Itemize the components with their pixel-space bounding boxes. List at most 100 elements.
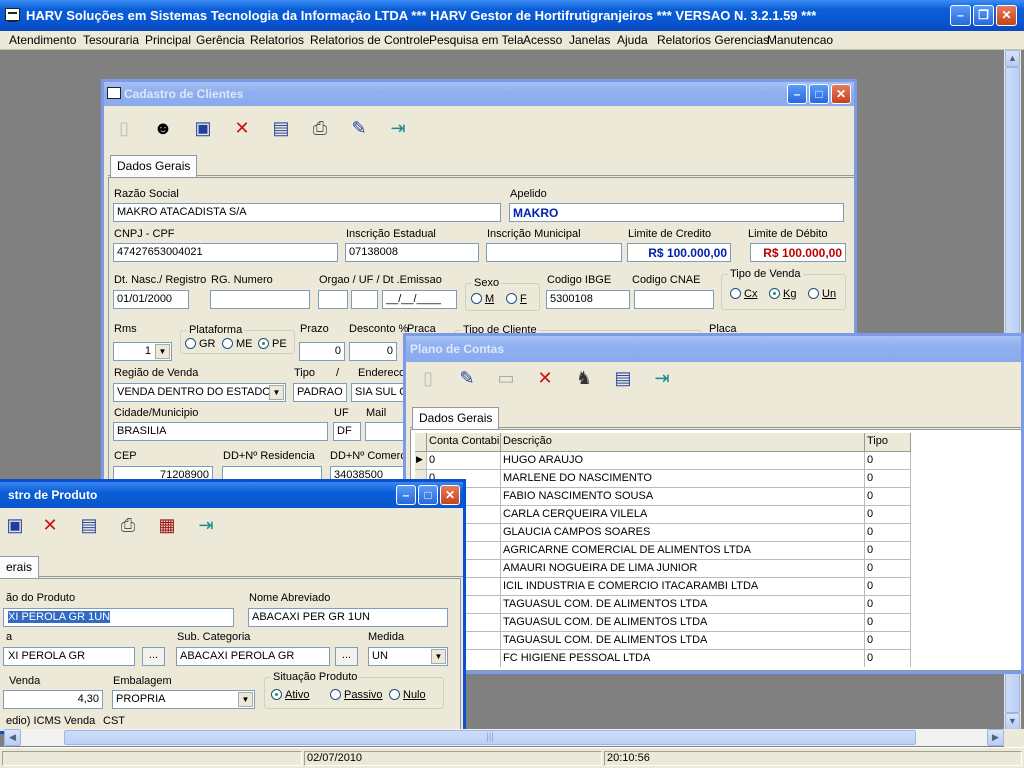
scroll-up-button[interactable]: ▲ bbox=[1005, 50, 1020, 67]
save-icon[interactable]: ▣ bbox=[1, 511, 29, 539]
cell-tipo[interactable]: 0 bbox=[865, 524, 911, 542]
scroll-down-button[interactable]: ▼ bbox=[1005, 713, 1020, 730]
clientes-maximize-button[interactable]: □ bbox=[809, 84, 829, 104]
search-icon[interactable]: ☻ bbox=[149, 114, 177, 142]
prazo-field[interactable]: 0 bbox=[299, 342, 345, 361]
menu-principal[interactable]: Principal bbox=[145, 33, 191, 47]
cell-descricao[interactable]: FABIO NASCIMENTO SOUSA bbox=[501, 488, 865, 506]
cidade-field[interactable]: BRASILIA bbox=[113, 422, 328, 441]
scroll-left-button[interactable]: ◀ bbox=[4, 729, 21, 746]
clientes-close-button[interactable]: ✕ bbox=[831, 84, 851, 104]
monitor-icon[interactable]: ▤ bbox=[75, 511, 103, 539]
menu-atendimento[interactable]: Atendimento bbox=[9, 33, 76, 47]
subcat-lookup-button[interactable]: ... bbox=[335, 647, 358, 666]
cell-tipo[interactable]: 0 bbox=[865, 452, 911, 470]
cell-descricao[interactable]: AMAURI NOGUEIRA DE LIMA JUNIOR bbox=[501, 560, 865, 578]
menu-relatorios-gerenciais[interactable]: Relatorios Gerencias bbox=[657, 33, 769, 47]
new-icon[interactable]: ▯ bbox=[110, 114, 138, 142]
menu-acesso[interactable]: Acesso bbox=[523, 33, 562, 47]
cell-conta[interactable]: 0 bbox=[427, 452, 501, 470]
keyboard-icon[interactable]: ▭ bbox=[492, 364, 520, 392]
produto-maximize-button[interactable]: □ bbox=[418, 485, 438, 505]
cell-tipo[interactable]: 0 bbox=[865, 596, 911, 614]
chevron-down-icon[interactable]: ▼ bbox=[269, 385, 284, 400]
clientes-minimize-button[interactable]: – bbox=[787, 84, 807, 104]
close-button[interactable]: ✕ bbox=[996, 5, 1017, 26]
embalagem-select[interactable]: PROPRIA ▼ bbox=[112, 690, 255, 709]
situacao-passivo-radio[interactable]: Passivo bbox=[330, 689, 383, 701]
apelido-field[interactable]: MAKRO bbox=[509, 203, 844, 222]
cell-descricao[interactable]: GLAUCIA CAMPOS SOARES bbox=[501, 524, 865, 542]
cnae-field[interactable] bbox=[634, 290, 714, 309]
cell-descricao[interactable]: HUGO ARAUJO bbox=[501, 452, 865, 470]
cell-tipo[interactable]: 0 bbox=[865, 470, 911, 488]
venda-un-radio[interactable]: Un bbox=[808, 288, 836, 300]
situacao-ativo-radio[interactable]: Ativo bbox=[271, 689, 309, 701]
menu-relatorios[interactable]: Relatorios bbox=[250, 33, 304, 47]
tab-dados-gerais[interactable]: Dados Gerais bbox=[110, 155, 198, 177]
cell-descricao[interactable]: TAGUASUL COM. DE ALIMENTOS LTDA bbox=[501, 596, 865, 614]
limite-debito-field[interactable]: R$ 100.000,00 bbox=[750, 243, 846, 262]
cell-tipo[interactable]: 0 bbox=[865, 560, 911, 578]
chevron-down-icon[interactable]: ▼ bbox=[238, 692, 253, 707]
venda-cx-radio[interactable]: Cx bbox=[730, 288, 757, 300]
search-icon[interactable]: ♞ bbox=[570, 364, 598, 392]
chevron-down-icon[interactable]: ▼ bbox=[431, 649, 446, 664]
venda-field[interactable]: 4,30 bbox=[3, 690, 103, 709]
cell-descricao[interactable]: TAGUASUL COM. DE ALIMENTOS LTDA bbox=[501, 614, 865, 632]
monitor-icon[interactable]: ▤ bbox=[267, 114, 295, 142]
scroll-right-button[interactable]: ▶ bbox=[987, 729, 1004, 746]
edit-icon[interactable]: ✎ bbox=[345, 114, 373, 142]
sexo-f-radio[interactable]: F bbox=[506, 293, 527, 305]
tipo-field[interactable]: PADRAO bbox=[293, 383, 347, 402]
cell-tipo[interactable]: 0 bbox=[865, 506, 911, 524]
col-tipo-header[interactable]: Tipo bbox=[865, 433, 911, 452]
table-icon[interactable]: ▦ bbox=[153, 511, 181, 539]
produto-close-button[interactable]: ✕ bbox=[440, 485, 460, 505]
exit-icon[interactable]: ⇥ bbox=[648, 364, 676, 392]
dtnasc-field[interactable]: 01/01/2000 bbox=[113, 290, 189, 309]
limite-credito-field[interactable]: R$ 100.000,00 bbox=[627, 243, 731, 262]
menu-pesquisa[interactable]: Pesquisa em Tela bbox=[429, 33, 524, 47]
im-field[interactable] bbox=[486, 243, 622, 262]
plano-grid[interactable]: Conta Contabil Descrição Tipo ▶ 0 HUGO ARA… bbox=[415, 433, 1013, 667]
medida-select[interactable]: UN ▼ bbox=[368, 647, 448, 666]
menu-tesouraria[interactable]: Tesouraria bbox=[83, 33, 139, 47]
menu-relatorios-controle[interactable]: Relatorios de Controle bbox=[310, 33, 429, 47]
delete-icon[interactable]: ✕ bbox=[36, 511, 64, 539]
col-descricao-header[interactable]: Descrição bbox=[501, 433, 865, 452]
situacao-nulo-radio[interactable]: Nulo bbox=[389, 689, 426, 701]
menu-janelas[interactable]: Janelas bbox=[569, 33, 610, 47]
regiao-select[interactable]: VENDA DENTRO DO ESTADO ▼ bbox=[113, 383, 286, 402]
menu-manutencao[interactable]: Manutencao bbox=[767, 33, 833, 47]
sexo-m-radio[interactable]: M bbox=[471, 293, 494, 305]
produto-minimize-button[interactable]: – bbox=[396, 485, 416, 505]
desc-produto-field[interactable]: XI PEROLA GR 1UN bbox=[3, 608, 234, 627]
cell-descricao[interactable]: TAGUASUL COM. DE ALIMENTOS LTDA bbox=[501, 632, 865, 650]
cell-descricao[interactable]: MARLENE DO NASCIMENTO bbox=[501, 470, 865, 488]
col-conta-header[interactable]: Conta Contabil bbox=[427, 433, 501, 452]
rg-field[interactable] bbox=[210, 290, 310, 309]
tab-dados-gerais[interactable]: erais bbox=[0, 556, 40, 578]
orgao-field[interactable] bbox=[318, 290, 348, 309]
razao-field[interactable]: MAKRO ATACADISTA S/A bbox=[113, 203, 501, 222]
categoria-field[interactable]: XI PEROLA GR bbox=[3, 647, 135, 666]
chevron-down-icon[interactable]: ▼ bbox=[155, 344, 170, 359]
cell-descricao[interactable]: CARLA CERQUEIRA VILELA bbox=[501, 506, 865, 524]
cell-tipo[interactable]: 0 bbox=[865, 578, 911, 596]
tab-dados-gerais[interactable]: Dados Gerais bbox=[412, 407, 500, 429]
menu-gerencia[interactable]: Gerência bbox=[196, 33, 245, 47]
print-icon[interactable]: ⎙ bbox=[306, 114, 334, 142]
venda-kg-radio[interactable]: Kg bbox=[769, 288, 796, 300]
minimize-button[interactable]: – bbox=[950, 5, 971, 26]
ibge-field[interactable]: 5300108 bbox=[546, 290, 630, 309]
exit-icon[interactable]: ⇥ bbox=[192, 511, 220, 539]
uf-field[interactable]: DF bbox=[333, 422, 361, 441]
rms-select[interactable]: 1 ▼ bbox=[113, 342, 172, 361]
horizontal-scroll-thumb[interactable]: ||| bbox=[64, 730, 916, 745]
plat-pe-radio[interactable]: PE bbox=[258, 338, 287, 350]
cnpj-field[interactable]: 47427653004021 bbox=[113, 243, 338, 262]
plat-me-radio[interactable]: ME bbox=[222, 338, 253, 350]
print-icon[interactable]: ⎙ bbox=[114, 511, 142, 539]
edit-icon[interactable]: ✎ bbox=[453, 364, 481, 392]
